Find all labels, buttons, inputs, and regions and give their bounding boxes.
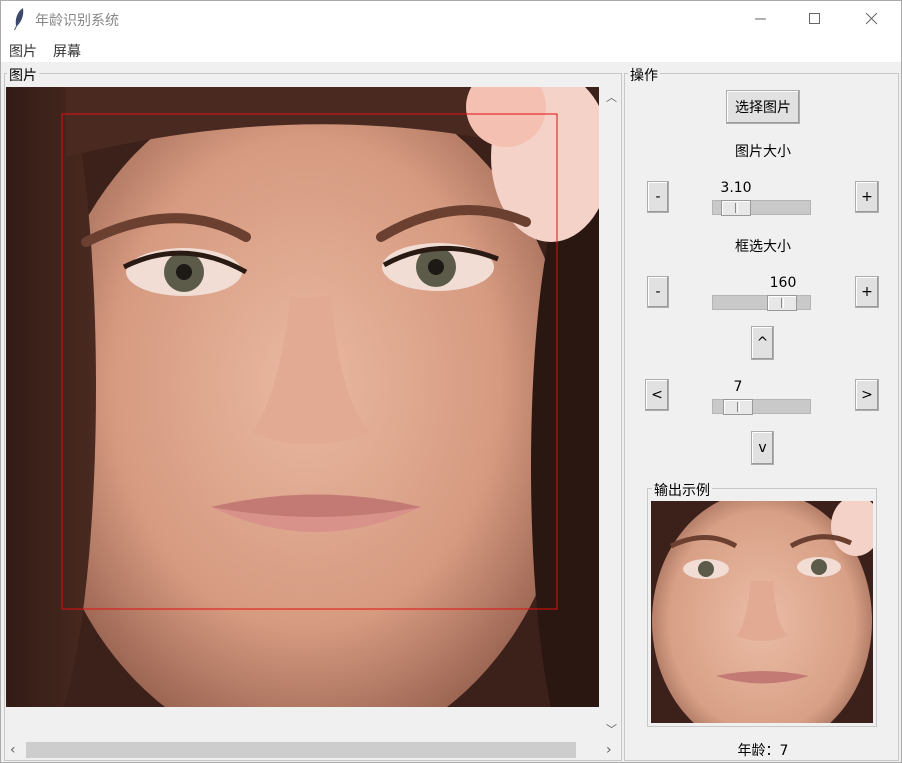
scroll-right-icon[interactable]: › xyxy=(606,742,612,758)
output-preview-image xyxy=(651,501,873,723)
move-left-button[interactable]: < xyxy=(645,379,669,411)
image-size-label: 图片大小 xyxy=(735,144,791,160)
box-size-slider-thumb[interactable] xyxy=(767,295,797,311)
horizontal-scroll-thumb[interactable] xyxy=(26,742,576,758)
move-up-button[interactable]: ^ xyxy=(751,326,774,360)
select-image-button[interactable]: 选择图片 xyxy=(726,90,800,124)
image-size-slider[interactable] xyxy=(712,200,811,216)
image-size-slider-thumb[interactable] xyxy=(721,200,751,216)
box-size-increase-button[interactable]: + xyxy=(855,276,879,308)
maximize-icon xyxy=(809,13,820,24)
face-crop-photo xyxy=(651,501,873,723)
face-photo xyxy=(6,87,599,707)
image-size-increase-button[interactable]: + xyxy=(855,181,879,213)
image-canvas[interactable] xyxy=(6,87,599,707)
age-result: 年龄：7 xyxy=(737,743,789,759)
vertical-scrollbar[interactable]: ︿ ﹀ xyxy=(602,87,619,740)
position-slider[interactable] xyxy=(712,399,811,415)
menu-bar: 图片 屏幕 xyxy=(1,37,901,62)
position-value: 7 xyxy=(733,379,743,395)
move-down-button[interactable]: v xyxy=(751,431,774,465)
operations-frame-label: 操作 xyxy=(628,65,660,85)
box-size-decrease-button[interactable]: - xyxy=(647,276,669,308)
output-frame-label: 输出示例 xyxy=(652,480,712,500)
menu-image[interactable]: 图片 xyxy=(9,41,37,61)
feather-icon xyxy=(14,8,24,30)
position-slider-thumb[interactable] xyxy=(723,399,753,415)
move-right-button[interactable]: > xyxy=(855,379,879,411)
minimize-icon xyxy=(755,18,766,20)
scroll-up-icon[interactable]: ︿ xyxy=(606,89,617,105)
image-size-decrease-button[interactable]: - xyxy=(647,181,669,213)
title-bar: 年龄识别系统 xyxy=(1,1,901,37)
image-frame-label: 图片 xyxy=(7,65,39,85)
box-size-label: 框选大小 xyxy=(735,239,791,255)
close-button[interactable] xyxy=(849,1,895,37)
close-icon xyxy=(866,13,878,25)
maximize-button[interactable] xyxy=(792,1,838,37)
scroll-left-icon[interactable]: ‹ xyxy=(10,742,16,758)
box-size-slider[interactable] xyxy=(712,295,811,311)
box-size-value: 160 xyxy=(769,275,797,291)
horizontal-scrollbar[interactable]: ‹ › xyxy=(6,740,619,760)
menu-screen[interactable]: 屏幕 xyxy=(53,41,81,61)
scroll-down-icon[interactable]: ﹀ xyxy=(606,721,617,737)
window-title: 年龄识别系统 xyxy=(35,13,119,29)
app-window: 年龄识别系统 图片 屏幕 图片 ︿ ﹀ ‹ › 操作 选择图片 图片大小 - 3… xyxy=(0,0,902,763)
image-size-value: 3.10 xyxy=(720,180,752,196)
minimize-button[interactable] xyxy=(738,1,784,37)
